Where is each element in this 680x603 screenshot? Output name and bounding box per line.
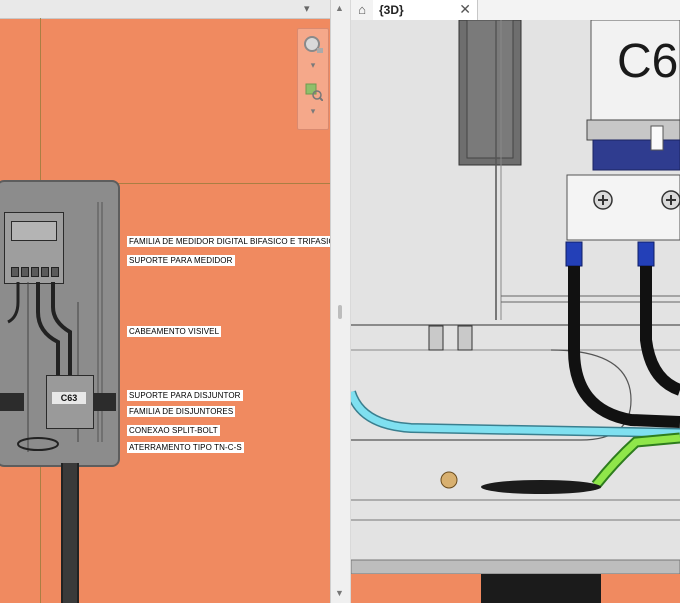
electrical-panel[interactable]: C63 [0,180,120,467]
view-tab-bar: ⌂ {3D} ✕ [351,0,680,21]
breaker-rating-label: C6 [617,35,679,88]
annotation-breaker-support[interactable]: SUPORTE PARA DISJUNTOR [127,390,243,401]
annotation-meter-family[interactable]: FAMILIA DE MEDIDOR DIGITAL BIFASICO E TR… [127,236,330,247]
cable-band [94,393,116,411]
breaker-label: C63 [52,392,86,404]
close-icon[interactable]: ✕ [459,1,471,18]
navigation-bar[interactable]: ▾ ▾ [297,28,329,130]
scroll-up-icon[interactable]: ▲ [335,3,344,13]
3d-scene[interactable] [351,20,680,603]
annotation-meter-support[interactable]: SUPORTE PARA MEDIDOR [127,255,235,266]
chevron-down-icon[interactable]: ▾ [303,59,323,71]
zoom-icon[interactable] [303,81,324,102]
view-2d-icon[interactable] [303,35,323,55]
chevron-down-icon[interactable]: ▾ [303,105,323,117]
chevron-down-icon[interactable]: ▾ [304,2,310,15]
tab-3d-label: {3D} [379,3,404,17]
annotation-visible-cabling[interactable]: CABEAMENTO VISIVEL [127,326,222,337]
cable-band [0,393,24,411]
left-view-scrollbar[interactable]: ▲ ▼ [330,0,350,603]
breaker-support[interactable]: C63 [46,375,94,429]
home-icon[interactable]: ⌂ [353,2,371,18]
service-cable [61,463,79,603]
annotation-split-bolt[interactable]: CONEXAO SPLIT-BOLT [127,425,220,436]
left-view-header: ▾ [0,0,330,19]
left-2d-view[interactable]: ▾ C63 FAMILIA DE MEDIDOR DIGITAL BIFASIC… [0,0,330,603]
annotation-breaker-family[interactable]: FAMILIA DE DISJUNTORES [127,406,236,417]
scroll-down-icon[interactable]: ▼ [335,588,344,598]
scroll-thumb[interactable] [338,305,342,319]
annotation-grounding[interactable]: ATERRAMENTO TIPO TN-C-S [127,442,244,453]
right-3d-view[interactable]: ⌂ {3D} ✕ C6 [351,0,680,603]
tab-3d[interactable]: {3D} ✕ [373,0,478,20]
